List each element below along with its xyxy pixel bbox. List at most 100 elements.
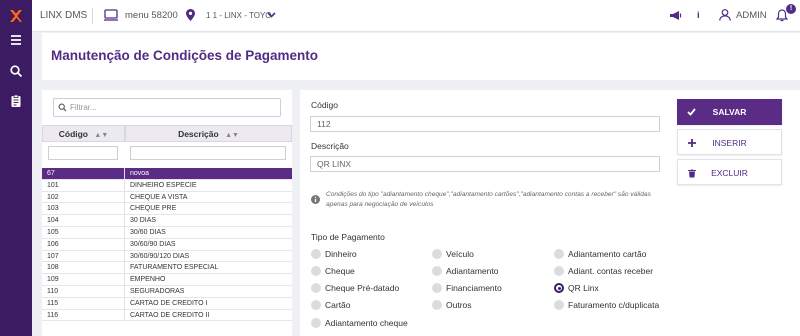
insert-button-label: INSERIR [712,138,747,148]
payment-type-option-label: Outros [446,300,472,310]
radio-unchecked-icon[interactable] [432,266,442,276]
column-header-description[interactable]: Descrição ▲▼ [125,125,292,142]
row-code: 105 [47,229,59,236]
row-description: 30 DIAS [130,217,157,225]
column-divider [124,203,125,215]
table-row[interactable]: 102 CHEQUE A VISTA [42,191,292,204]
delete-button-label: EXCLUIR [711,168,748,178]
table-row[interactable]: 67 novoa [42,168,292,180]
save-button[interactable]: SALVAR [677,99,782,125]
clipboard-icon[interactable] [9,94,23,108]
radio-unchecked-icon[interactable] [311,318,321,328]
notification-badge: ! [786,4,796,14]
code-filter-input[interactable] [48,146,118,160]
radio-unchecked-icon[interactable] [554,266,564,276]
location-icon [186,0,195,32]
location-selector[interactable]: 1 1 - LINX - TOYO [206,0,272,32]
row-code: 115 [47,299,59,307]
delete-button[interactable]: EXCLUIR [677,159,782,185]
row-description: SEGURADORAS [130,288,185,295]
column-divider [124,250,125,262]
user-name[interactable]: ADMIN [736,0,767,32]
row-description: CHEQUE PRE [130,205,177,213]
plus-icon [687,130,697,156]
table-row[interactable]: 107 30/60/90/120 DIAS [42,250,292,263]
app-name: LINX DMS [40,10,88,21]
linx-logo-icon[interactable] [9,9,23,23]
monitor-icon[interactable] [104,0,118,32]
chevron-down-icon[interactable] [267,0,276,32]
table-row[interactable]: 110 SEGURADORAS [42,286,292,298]
table-row[interactable]: 106 30/60/90 DIAS [42,238,292,251]
radio-unchecked-icon[interactable] [432,300,442,310]
filter-box [53,98,281,117]
radio-unchecked-icon[interactable] [554,300,564,310]
table-row[interactable]: 105 30/60 DIAS [42,227,292,239]
radio-unchecked-icon[interactable] [311,249,321,259]
info-icon [311,195,320,204]
info-note: Condições do tipo "adiantamento cheque",… [326,191,651,208]
radio-unchecked-icon[interactable] [311,266,321,276]
filter-input[interactable] [70,100,275,115]
row-description: 30/60 DIAS [130,229,166,236]
sort-icon[interactable]: ▲▼ [225,132,239,139]
row-code: 106 [47,240,59,248]
payment-type-option-label: Faturamento c/duplicata [568,300,660,310]
payment-type-label: Tipo de Pagamento [311,232,385,242]
radio-checked-icon[interactable] [554,283,564,293]
payment-type-option-label: Financiamento [446,283,502,293]
radio-unchecked-icon[interactable] [554,249,564,259]
row-code: 109 [47,276,59,284]
column-divider [124,274,125,285]
row-description: DINHEIRO ESPECIE [130,181,197,189]
row-code: 104 [47,217,59,225]
search-icon[interactable] [9,64,23,78]
row-description: 30/60/90/120 DIAS [130,252,190,260]
table-row[interactable]: 103 CHEQUE PRE [42,203,292,216]
payment-type-option-label: QR Linx [568,283,599,293]
code-label: Código [311,100,338,110]
menu-icon[interactable] [9,33,23,47]
info-icon[interactable]: i [697,0,700,32]
sort-icon[interactable]: ▲▼ [94,132,108,139]
row-description: novoa [130,170,150,177]
column-header-label: Código [58,129,89,139]
table-row[interactable]: 104 30 DIAS [42,215,292,227]
payment-type-option-label: Dinheiro [325,249,357,259]
table-row[interactable]: 116 CARTAO DE CREDITO II [42,309,292,322]
payment-type-option-label: Adiantamento cartão [568,249,647,259]
megaphone-icon[interactable] [669,0,682,32]
column-divider [124,309,125,321]
radio-unchecked-icon[interactable] [432,249,442,259]
menu-code[interactable]: menu 58200 [125,0,178,32]
table-row[interactable]: 109 EMPENHO [42,274,292,286]
user-icon[interactable] [719,0,731,32]
row-description: FATURAMENTO ESPECIAL [130,264,219,272]
row-description: EMPENHO [130,276,166,284]
radio-unchecked-icon[interactable] [311,283,321,293]
code-field[interactable]: 112 [310,116,660,132]
column-header-code[interactable]: Código ▲▼ [42,125,125,142]
row-description: CHEQUE A VISTA [130,193,188,201]
payment-type-option-label: Adiantamento [446,266,499,276]
radio-unchecked-icon[interactable] [432,283,442,293]
insert-button[interactable]: INSERIR [677,129,782,155]
row-code: 116 [47,311,59,319]
description-field[interactable]: QR LINX [310,156,660,172]
row-description: CARTAO DE CREDITO II [130,311,210,319]
payment-type-option-label: Cheque [325,266,355,276]
table-row[interactable]: 101 DINHEIRO ESPECIE [42,179,292,192]
row-code: 103 [47,205,59,213]
column-divider [124,297,125,309]
column-divider [124,262,125,274]
payment-type-option-label: Adiantamento cheque [325,318,408,328]
table-row[interactable]: 115 CARTAO DE CREDITO I [42,297,292,310]
payment-type-option-label: Veículo [446,249,474,259]
radio-unchecked-icon[interactable] [311,300,321,310]
description-filter-input[interactable] [130,146,286,160]
table-row[interactable]: 108 FATURAMENTO ESPECIAL [42,262,292,275]
column-divider [124,179,125,191]
column-divider [124,168,125,179]
row-code: 102 [47,193,59,201]
save-button-label: SALVAR [712,107,747,117]
